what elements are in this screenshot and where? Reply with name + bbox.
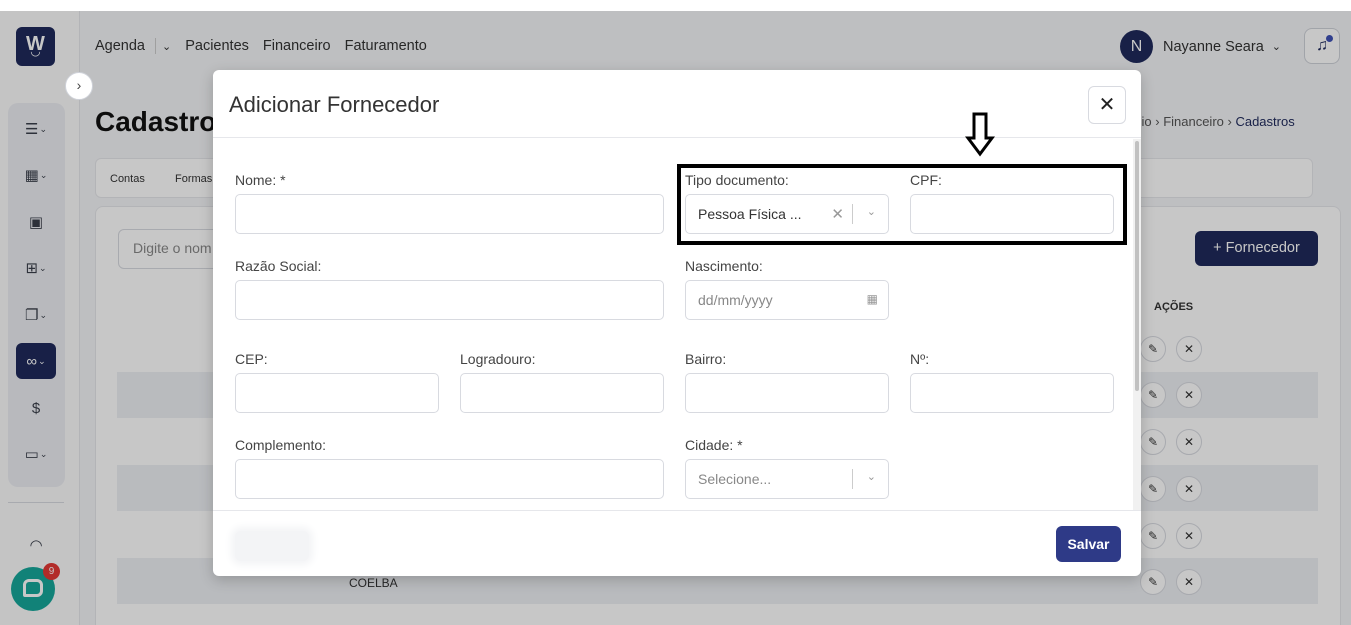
- nascimento-label: Nascimento:: [685, 258, 763, 274]
- cep-input[interactable]: [235, 373, 439, 413]
- chevron-right-icon: ›: [76, 77, 82, 93]
- cidade-placeholder: Selecione...: [698, 471, 772, 487]
- nascimento-input[interactable]: dd/mm/yyyy ▦: [685, 280, 889, 320]
- close-button[interactable]: ✕: [1088, 86, 1126, 124]
- cep-label: CEP:: [235, 351, 268, 367]
- save-button[interactable]: Salvar: [1056, 526, 1121, 562]
- bairro-label: Bairro:: [685, 351, 727, 367]
- sidebar-toggle-button[interactable]: ›: [65, 72, 93, 100]
- calendar-icon[interactable]: ▦: [867, 292, 878, 306]
- modal-scrollbar-thumb[interactable]: [1135, 141, 1139, 391]
- bairro-input[interactable]: [685, 373, 889, 413]
- complemento-input[interactable]: [235, 459, 664, 499]
- cidade-label: Cidade: *: [685, 437, 743, 453]
- modal-footer: Salvar: [213, 510, 1141, 576]
- numero-input[interactable]: [910, 373, 1114, 413]
- nascimento-placeholder: dd/mm/yyyy: [698, 292, 773, 308]
- nome-input[interactable]: [235, 194, 664, 234]
- razao-social-input[interactable]: [235, 280, 664, 320]
- add-fornecedor-modal: Adicionar Fornecedor ✕ Nome: * Tipo docu…: [213, 70, 1141, 576]
- annotation-highlight-box: [677, 164, 1127, 245]
- numero-label: Nº:: [910, 351, 930, 367]
- window-top-strip: [0, 0, 1351, 11]
- cidade-select[interactable]: Selecione... ⌄: [685, 459, 889, 499]
- select-separator: [852, 469, 853, 489]
- secondary-button[interactable]: [235, 531, 309, 561]
- complemento-label: Complemento:: [235, 437, 327, 453]
- logradouro-input[interactable]: [460, 373, 664, 413]
- close-icon: ✕: [1098, 94, 1116, 116]
- nome-label: Nome: *: [235, 172, 286, 188]
- logradouro-label: Logradouro:: [460, 351, 536, 367]
- chevron-down-icon[interactable]: ⌄: [867, 470, 876, 483]
- razao-social-label: Razão Social:: [235, 258, 322, 274]
- annotation-arrow-down-icon: [965, 112, 995, 157]
- modal-title: Adicionar Fornecedor: [229, 92, 440, 117]
- modal-header: Adicionar Fornecedor ✕: [213, 70, 1141, 138]
